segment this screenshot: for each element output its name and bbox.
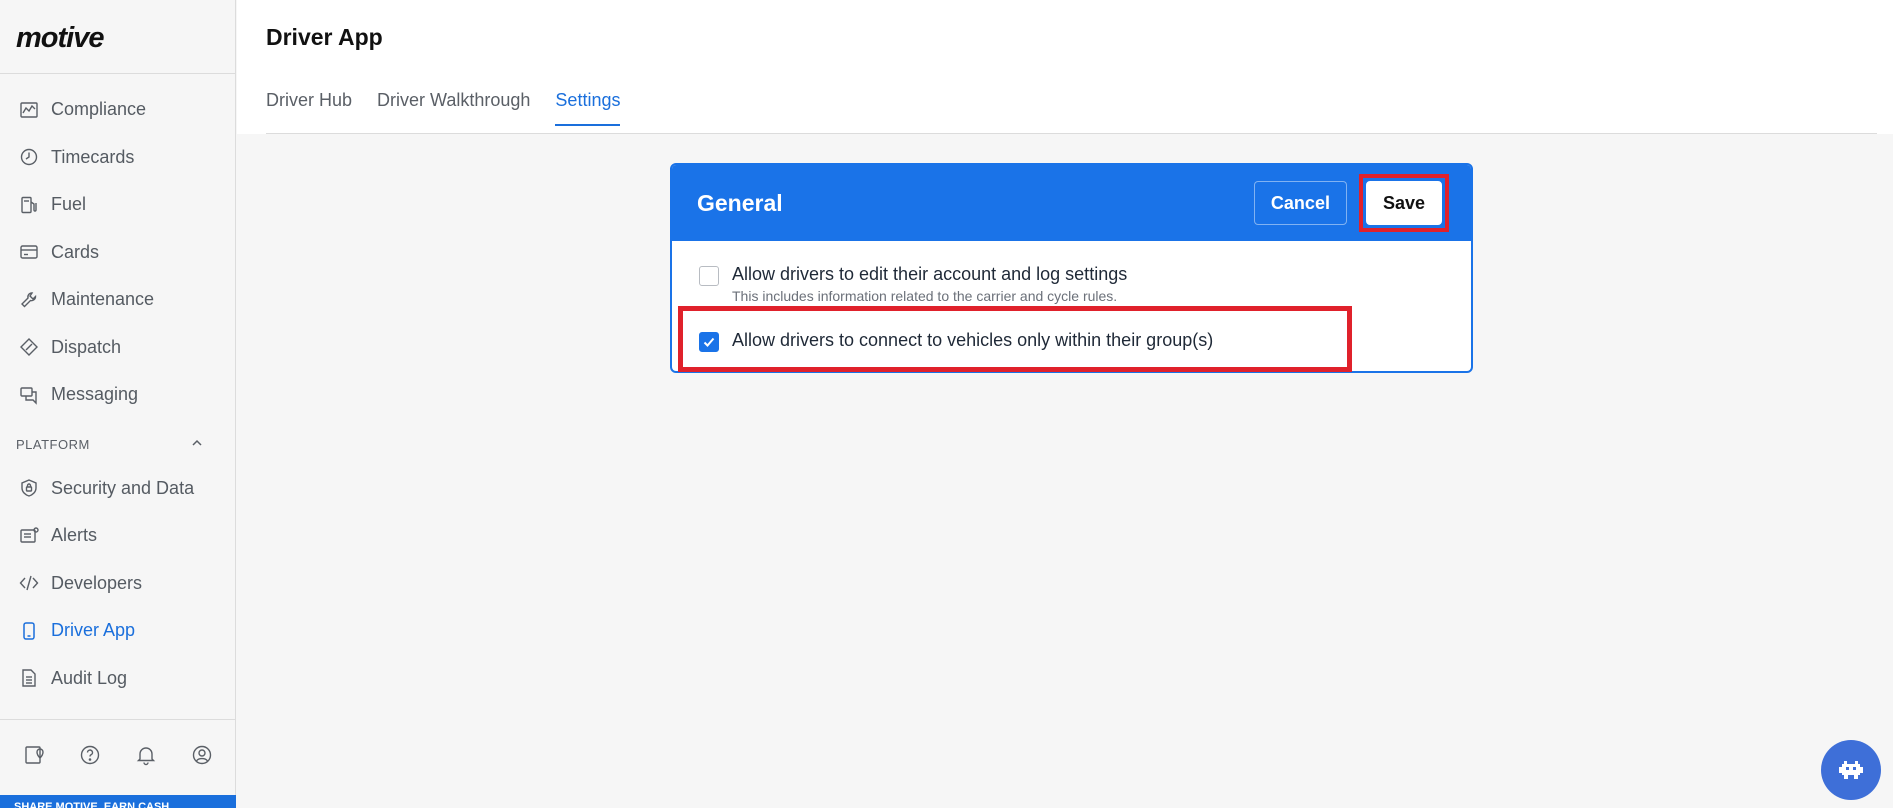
option-sublabel: This includes information related to the…: [732, 288, 1118, 304]
option-label: Allow drivers to edit their account and …: [732, 264, 1128, 284]
chevron-up-icon: [190, 436, 204, 453]
compliance-chart-icon: [18, 99, 40, 121]
setting-option-group-vehicles: Allow drivers to connect to vehicles onl…: [699, 330, 1213, 352]
card-header: General Cancel Save: [672, 165, 1471, 241]
divider: [0, 73, 236, 74]
page-title: Driver App: [266, 24, 383, 50]
sidebar-item-label: Driver App: [51, 620, 136, 641]
robot-icon: [1839, 761, 1863, 779]
sidebar-item-label: Timecards: [51, 146, 135, 167]
sidebar-item-security-and-data[interactable]: Security and Data: [0, 465, 236, 513]
sidebar-item-label: Fuel: [51, 194, 87, 215]
general-settings-card: General Cancel Save Allow drivers to edi…: [670, 163, 1473, 373]
help-icon[interactable]: [77, 742, 103, 768]
save-button-highlight: Save: [1358, 174, 1449, 232]
tab-driver-walkthrough[interactable]: Driver Walkthrough: [377, 90, 530, 126]
fuel-pump-icon: [18, 194, 40, 216]
save-button[interactable]: Save: [1365, 181, 1442, 225]
cancel-button[interactable]: Cancel: [1253, 181, 1347, 225]
sidebar-item-label: Security and Data: [51, 477, 195, 498]
setting-option-edit-account: Allow drivers to edit their account and …: [699, 264, 1127, 304]
sidebar-item-cards[interactable]: Cards: [0, 229, 236, 277]
sidebar-item-label: Compliance: [51, 99, 147, 120]
code-icon: [18, 572, 40, 594]
card-actions: Cancel Save: [1253, 174, 1449, 232]
sidebar-item-audit-log[interactable]: Audit Log: [0, 655, 236, 703]
sidebar-item-label: Maintenance: [51, 289, 155, 310]
shield-lock-icon: [18, 477, 40, 499]
tab-settings[interactable]: Settings: [555, 90, 621, 126]
sidebar-item-compliance[interactable]: Compliance: [0, 86, 236, 134]
page-header: Driver App Driver Hub Driver Walkthrough…: [237, 0, 1893, 134]
promo-banner[interactable]: SHARE MOTIVE. EARN CASH.: [0, 795, 236, 808]
sidebar-item-label: Messaging: [51, 384, 139, 405]
option-text: Allow drivers to edit their account and …: [732, 264, 1127, 304]
sidebar-item-messaging[interactable]: Messaging: [0, 371, 236, 419]
sidebar-item-maintenance[interactable]: Maintenance: [0, 276, 236, 324]
edit-account-checkbox[interactable]: [699, 266, 719, 286]
main-content: Driver App Driver Hub Driver Walkthrough…: [237, 0, 1893, 808]
sidebar-footer-icons: [0, 742, 236, 768]
sidebar-item-label: Audit Log: [51, 667, 128, 688]
platform-section-header[interactable]: PLATFORM: [0, 425, 236, 465]
divider: [266, 133, 1877, 134]
dispatch-tag-icon: [18, 336, 40, 358]
sidebar-item-label: Cards: [51, 241, 100, 262]
alert-list-icon: [18, 525, 40, 547]
phone-icon: [18, 620, 40, 642]
option-label: Allow drivers to connect to vehicles onl…: [732, 330, 1214, 350]
divider: [0, 719, 236, 720]
sidebar-item-timecards[interactable]: Timecards: [0, 134, 236, 182]
sidebar-item-fuel[interactable]: Fuel: [0, 181, 236, 229]
sidebar-nav: Compliance Timecards Fuel Cards Maintena…: [0, 86, 236, 702]
chat-assistant-button[interactable]: [1821, 740, 1881, 800]
clock-icon: [18, 146, 40, 168]
sidebar-item-driver-app[interactable]: Driver App: [0, 607, 236, 655]
sidebar-item-label: Alerts: [51, 525, 98, 546]
credit-card-icon: [18, 241, 40, 263]
sidebar-item-label: Dispatch: [51, 336, 122, 357]
sidebar-item-label: Developers: [51, 572, 143, 593]
checkmark-icon: [703, 337, 715, 347]
section-header-label: PLATFORM: [16, 437, 90, 452]
sidebar-item-alerts[interactable]: Alerts: [0, 512, 236, 560]
card-title: General: [697, 189, 783, 216]
map-pin-book-icon[interactable]: [21, 742, 47, 768]
sidebar-item-developers[interactable]: Developers: [0, 560, 236, 608]
tab-bar: Driver Hub Driver Walkthrough Settings: [266, 90, 621, 126]
chat-bubbles-icon: [18, 384, 40, 406]
motive-logo[interactable]: motive: [16, 22, 104, 55]
wrench-icon: [18, 289, 40, 311]
tab-driver-hub[interactable]: Driver Hub: [266, 90, 352, 126]
document-icon: [18, 667, 40, 689]
sidebar-item-dispatch[interactable]: Dispatch: [0, 324, 236, 372]
sidebar: motive Compliance Timecards Fuel Cards M…: [0, 0, 236, 808]
group-vehicles-checkbox[interactable]: [699, 332, 719, 352]
bell-icon[interactable]: [133, 742, 159, 768]
user-account-icon[interactable]: [189, 742, 215, 768]
